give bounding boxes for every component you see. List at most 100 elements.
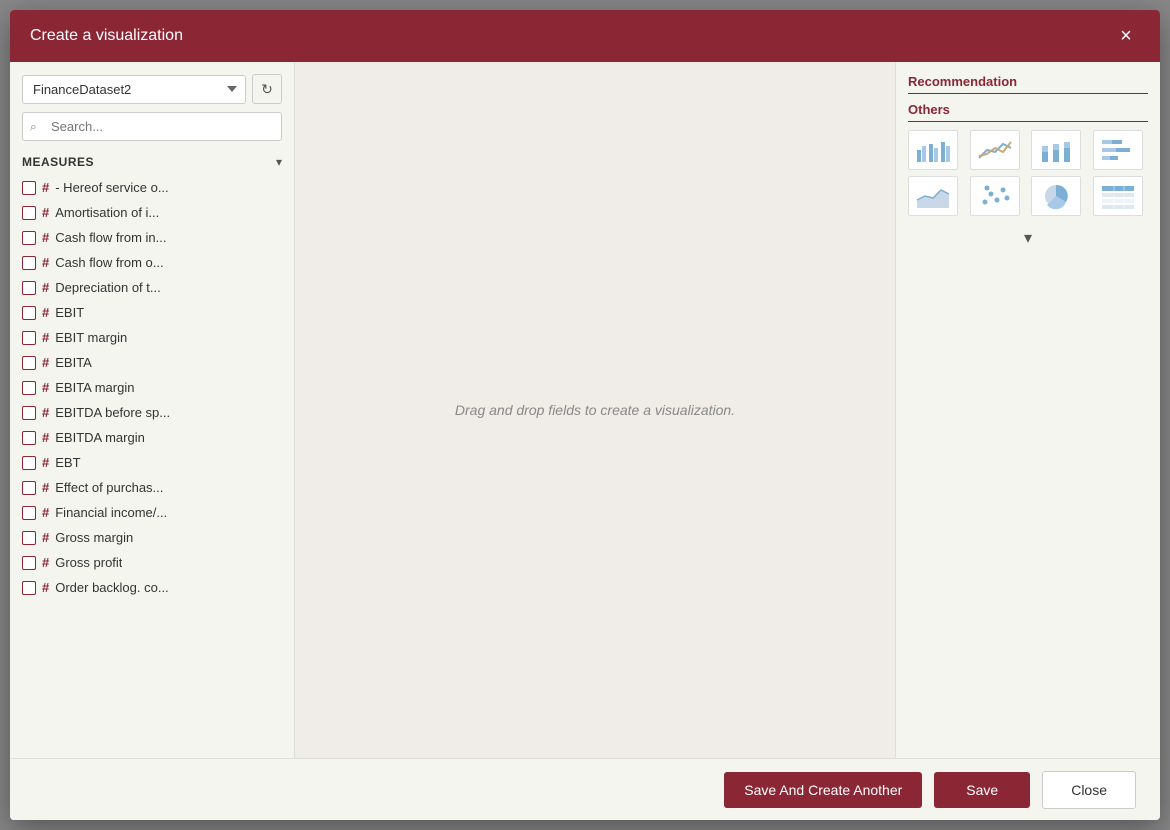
measure-name: EBITDA margin [55, 430, 145, 445]
measure-checkbox[interactable] [22, 456, 36, 470]
hash-icon: # [42, 505, 49, 520]
list-item[interactable]: # Financial income/... [10, 500, 294, 525]
dialog-close-button[interactable]: × [1112, 22, 1140, 50]
dataset-select[interactable]: FinanceDataset2 [22, 75, 246, 104]
measure-name: Depreciation of t... [55, 280, 161, 295]
measure-checkbox[interactable] [22, 506, 36, 520]
measure-checkbox[interactable] [22, 556, 36, 570]
hash-icon: # [42, 205, 49, 220]
list-item[interactable]: # EBITA [10, 350, 294, 375]
measure-name: EBT [55, 455, 80, 470]
measure-checkbox[interactable] [22, 531, 36, 545]
hash-icon: # [42, 480, 49, 495]
chart-type-pie[interactable] [1031, 176, 1081, 216]
chevron-down-icon: ▾ [1024, 228, 1032, 248]
hash-icon: # [42, 380, 49, 395]
list-item[interactable]: # Cash flow from o... [10, 250, 294, 275]
hash-icon: # [42, 280, 49, 295]
search-input[interactable] [22, 112, 282, 141]
hash-icon: # [42, 355, 49, 370]
chart-type-horizontal-bar[interactable] [1093, 130, 1143, 170]
hash-icon: # [42, 455, 49, 470]
close-button[interactable]: Close [1042, 771, 1136, 809]
chart-type-stacked-bar[interactable] [1031, 130, 1081, 170]
hash-icon: # [42, 430, 49, 445]
measure-checkbox[interactable] [22, 181, 36, 195]
measure-checkbox[interactable] [22, 356, 36, 370]
recommendation-title: Recommendation [908, 74, 1148, 94]
hash-icon: # [42, 405, 49, 420]
hash-icon: # [42, 330, 49, 345]
measure-checkbox[interactable] [22, 431, 36, 445]
measure-checkbox[interactable] [22, 406, 36, 420]
dataset-selector: FinanceDataset2 ↻ [10, 62, 294, 112]
list-item[interactable]: # Depreciation of t... [10, 275, 294, 300]
search-icon: ⌕ [30, 119, 37, 134]
list-item[interactable]: # Gross margin [10, 525, 294, 550]
chart-type-scatter[interactable] [970, 176, 1020, 216]
hash-icon: # [42, 255, 49, 270]
list-item[interactable]: # EBIT [10, 300, 294, 325]
dialog-body: FinanceDataset2 ↻ ⌕ MEASURES ▾ # - Hereo… [10, 62, 1160, 758]
save-button[interactable]: Save [934, 772, 1030, 808]
list-item[interactable]: # EBIT margin [10, 325, 294, 350]
measure-name: EBITA margin [55, 380, 134, 395]
measure-name: Gross profit [55, 555, 122, 570]
hash-icon: # [42, 305, 49, 320]
hash-icon: # [42, 180, 49, 195]
measure-checkbox[interactable] [22, 381, 36, 395]
dialog-header: Create a visualization × [10, 10, 1160, 62]
list-item[interactable]: # Order backlog. co... [10, 575, 294, 600]
measure-checkbox[interactable] [22, 306, 36, 320]
refresh-button[interactable]: ↻ [252, 74, 282, 104]
center-panel: Drag and drop fields to create a visuali… [295, 62, 895, 758]
search-box: ⌕ [22, 112, 282, 141]
measure-name: Cash flow from o... [55, 255, 163, 270]
list-item[interactable]: # Cash flow from in... [10, 225, 294, 250]
measures-list: # - Hereof service o... # Amortisation o… [10, 175, 294, 758]
measure-checkbox[interactable] [22, 481, 36, 495]
save-and-create-another-button[interactable]: Save And Create Another [724, 772, 922, 808]
chart-type-area[interactable] [908, 176, 958, 216]
list-item[interactable]: # EBITDA margin [10, 425, 294, 450]
measure-name: Effect of purchas... [55, 480, 163, 495]
measure-name: EBITA [55, 355, 92, 370]
measures-header[interactable]: MEASURES ▾ [10, 149, 294, 175]
measure-checkbox[interactable] [22, 231, 36, 245]
measure-checkbox[interactable] [22, 581, 36, 595]
chart-type-line[interactable] [970, 130, 1020, 170]
list-item[interactable]: # Effect of purchas... [10, 475, 294, 500]
list-item[interactable]: # Amortisation of i... [10, 200, 294, 225]
measure-checkbox[interactable] [22, 206, 36, 220]
list-item[interactable]: # EBITDA before sp... [10, 400, 294, 425]
measure-name: - Hereof service o... [55, 180, 168, 195]
measure-checkbox[interactable] [22, 256, 36, 270]
show-more-button[interactable]: ▾ [908, 228, 1148, 248]
measure-name: Cash flow from in... [55, 230, 166, 245]
others-title: Others [908, 102, 1148, 122]
dialog-footer: Save And Create Another Save Close [10, 758, 1160, 820]
hash-icon: # [42, 530, 49, 545]
drag-drop-hint: Drag and drop fields to create a visuali… [455, 402, 735, 418]
chart-type-grouped-bar[interactable] [908, 130, 958, 170]
measures-toggle-icon: ▾ [276, 155, 282, 169]
left-panel: FinanceDataset2 ↻ ⌕ MEASURES ▾ # - Hereo… [10, 62, 295, 758]
create-visualization-dialog: Create a visualization × FinanceDataset2… [10, 10, 1160, 820]
measure-name: Gross margin [55, 530, 133, 545]
measure-checkbox[interactable] [22, 281, 36, 295]
chart-type-table[interactable] [1093, 176, 1143, 216]
measure-name: Financial income/... [55, 505, 167, 520]
measure-name: EBIT [55, 305, 84, 320]
list-item[interactable]: # - Hereof service o... [10, 175, 294, 200]
chart-type-grid [908, 130, 1148, 216]
right-panel: Recommendation Others [895, 62, 1160, 758]
measure-name: EBITDA before sp... [55, 405, 170, 420]
measures-label: MEASURES [22, 155, 94, 169]
hash-icon: # [42, 580, 49, 595]
hash-icon: # [42, 555, 49, 570]
list-item[interactable]: # EBITA margin [10, 375, 294, 400]
list-item[interactable]: # Gross profit [10, 550, 294, 575]
measure-checkbox[interactable] [22, 331, 36, 345]
measure-name: Amortisation of i... [55, 205, 159, 220]
list-item[interactable]: # EBT [10, 450, 294, 475]
